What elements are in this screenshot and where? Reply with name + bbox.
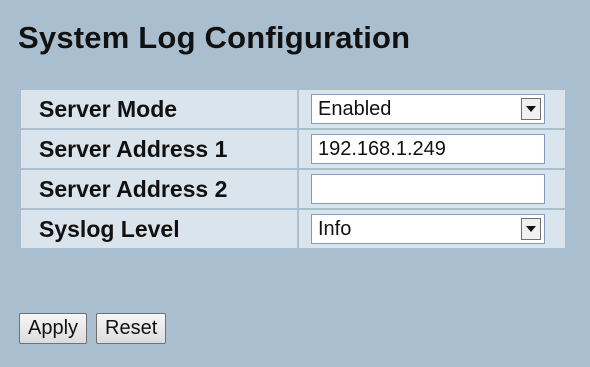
server-mode-select[interactable]: Enabled [311, 94, 545, 124]
server-address-1-row: Server Address 1 [19, 128, 567, 170]
apply-button[interactable]: Apply [19, 313, 88, 344]
syslog-level-label: Syslog Level [19, 208, 299, 250]
syslog-level-select[interactable]: Info [311, 214, 545, 244]
server-address-1-input[interactable] [311, 134, 545, 164]
reset-button[interactable]: Reset [96, 313, 167, 344]
server-address-2-input[interactable] [311, 174, 545, 204]
chevron-down-icon[interactable] [521, 218, 541, 240]
server-mode-value: Enabled [318, 97, 392, 120]
syslog-level-value: Info [318, 217, 352, 240]
page-title: System Log Configuration [18, 20, 411, 55]
server-address-2-row: Server Address 2 [19, 168, 567, 210]
form-buttons: Apply Reset [19, 313, 167, 344]
chevron-down-icon[interactable] [521, 98, 541, 120]
server-mode-row: Server Mode Enabled [19, 88, 567, 130]
server-mode-label: Server Mode [19, 88, 299, 130]
server-address-2-label: Server Address 2 [19, 168, 299, 210]
server-address-1-label: Server Address 1 [19, 128, 299, 170]
syslog-config-table: Server Mode Enabled Server Address 1 Ser… [19, 88, 567, 250]
syslog-level-row: Syslog Level Info [19, 208, 567, 250]
